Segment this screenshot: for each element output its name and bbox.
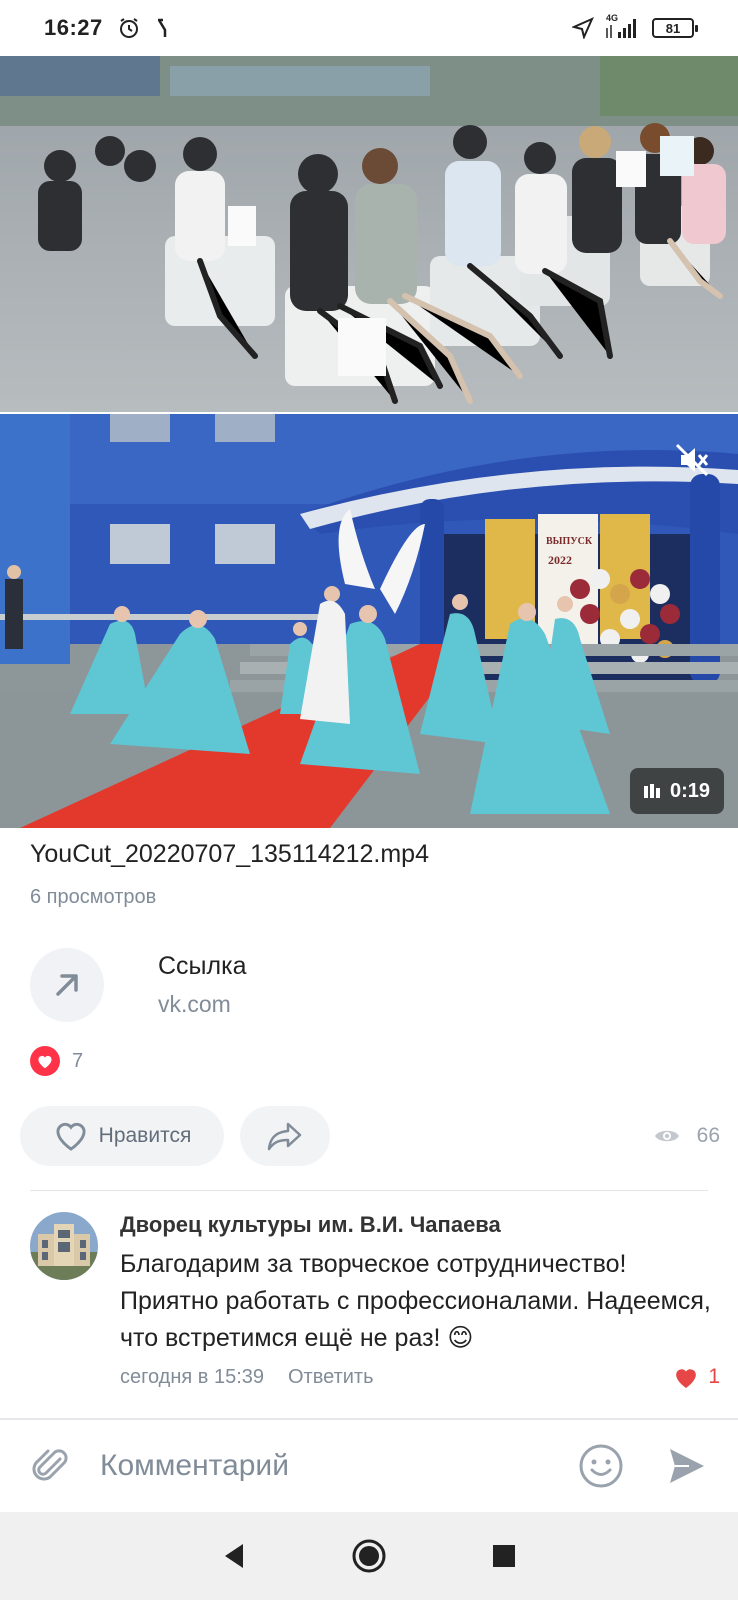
heart-filled-icon xyxy=(676,1369,697,1388)
home-icon[interactable] xyxy=(351,1538,387,1574)
post-actions: Нравится 66 xyxy=(20,1106,720,1166)
comment-composer xyxy=(0,1420,738,1512)
alarm-icon xyxy=(119,18,138,38)
link-icon-circle xyxy=(30,948,104,1022)
audience-photo xyxy=(0,56,738,412)
like-button[interactable]: Нравится xyxy=(20,1106,224,1166)
likes-summary[interactable]: 7 xyxy=(30,1046,83,1076)
recents-icon[interactable] xyxy=(491,1543,517,1569)
comment-input[interactable] xyxy=(100,1449,578,1483)
status-time: 16:27 xyxy=(44,15,103,40)
call-forward-icon xyxy=(157,18,167,37)
divider xyxy=(30,1190,708,1191)
post-views: 66 xyxy=(653,1124,720,1148)
share-button[interactable] xyxy=(240,1106,330,1166)
share-arrow-icon xyxy=(267,1122,302,1151)
eye-icon xyxy=(654,1130,679,1142)
video-duration: 0:19 xyxy=(669,779,710,802)
comment-author[interactable]: Дворец культуры им. В.И. Чапаева xyxy=(120,1212,720,1238)
mute-button[interactable] xyxy=(668,436,716,484)
svg-text:ВЫПУСК: ВЫПУСК xyxy=(546,536,593,547)
video-live-bars-icon xyxy=(643,784,660,798)
status-bar: 16:27 4G 81 xyxy=(0,0,738,56)
heart-outline-icon xyxy=(56,1122,86,1151)
reply-button[interactable]: Ответить xyxy=(288,1366,374,1389)
location-arrow-icon xyxy=(572,17,594,39)
video-frame: ВЫПУСК 2022 xyxy=(0,414,738,828)
video-duration-badge: 0:19 xyxy=(629,768,724,814)
like-button-label: Нравится xyxy=(98,1124,192,1147)
signal-icon xyxy=(606,19,636,38)
signal-indicator: 4G xyxy=(604,13,642,40)
comment-time: сегодня в 15:39 xyxy=(120,1365,264,1388)
link-domain: vk.com xyxy=(158,991,231,1017)
views-count: 66 xyxy=(696,1124,720,1147)
avatar[interactable] xyxy=(30,1212,98,1280)
likes-count: 7 xyxy=(72,1049,84,1072)
system-nav-bar xyxy=(0,1512,738,1600)
svg-text:2022: 2022 xyxy=(548,553,572,567)
video-view-count: 6 просмотров xyxy=(30,886,157,908)
send-icon[interactable] xyxy=(666,1445,708,1487)
attach-icon[interactable] xyxy=(30,1445,72,1487)
battery-indicator: 81 xyxy=(652,18,698,38)
sound-off-icon xyxy=(675,443,709,477)
comment-like-count: 1 xyxy=(708,1365,720,1388)
back-icon[interactable] xyxy=(221,1542,247,1570)
heart-filled-icon xyxy=(30,1046,60,1076)
video-title[interactable]: YouCut_20220707_135114212.mp4 xyxy=(30,840,429,869)
emoji-icon[interactable] xyxy=(578,1443,624,1489)
post-photo[interactable] xyxy=(0,56,738,412)
arrow-up-right-icon xyxy=(56,974,78,996)
battery-level: 81 xyxy=(665,20,681,36)
comment-like-button[interactable]: 1 xyxy=(672,1365,720,1389)
link-title: Ссылка xyxy=(158,952,247,980)
video-player[interactable]: ВЫПУСК 2022 0:19 xyxy=(0,414,738,828)
comment-text: Благодарим за творческое сотрудничество!… xyxy=(120,1250,711,1352)
link-attachment[interactable]: Ссылка vk.com xyxy=(30,948,247,1022)
